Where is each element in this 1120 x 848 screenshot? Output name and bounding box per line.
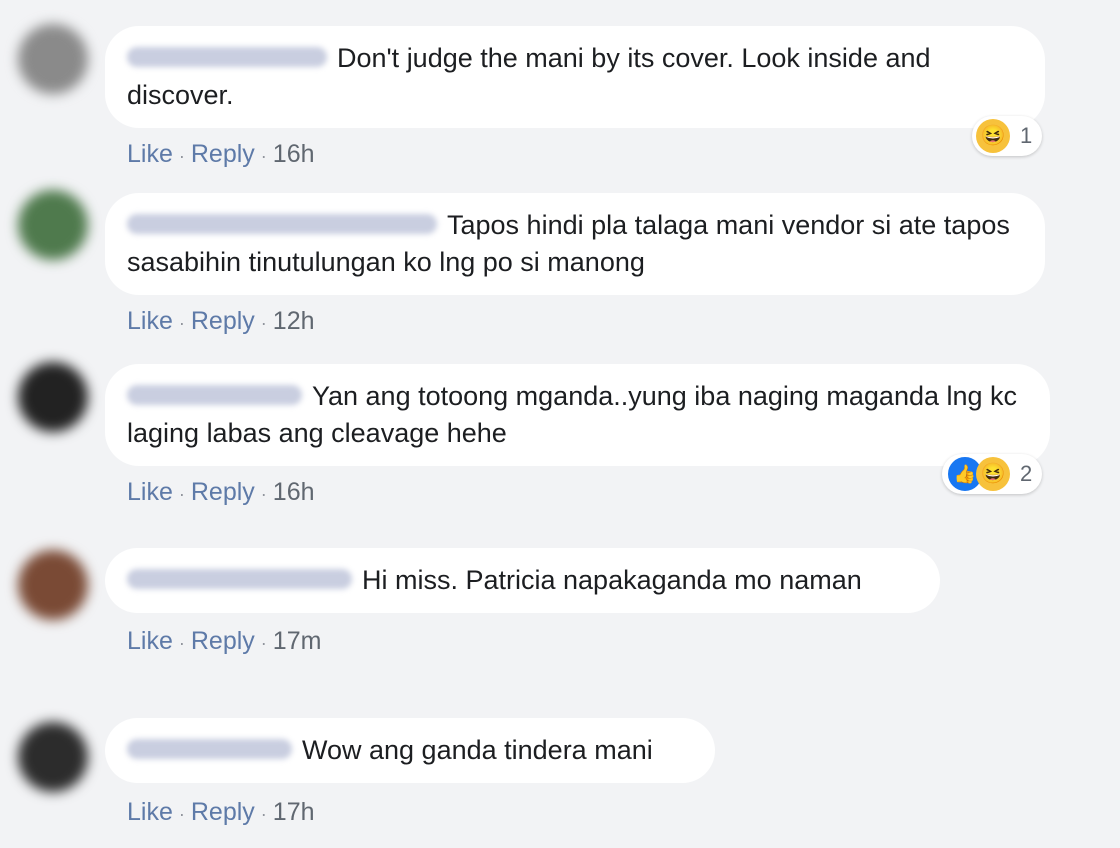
timestamp[interactable]: 17m	[273, 627, 322, 655]
comment-actions: Like · Reply · 16h	[127, 478, 315, 506]
like-link[interactable]: Like	[127, 627, 173, 655]
comment-text: Wow ang ganda tindera mani	[302, 735, 653, 765]
author-name-blurred[interactable]	[127, 738, 292, 759]
author-name-blurred[interactable]	[127, 46, 327, 67]
reply-link[interactable]: Reply	[191, 307, 255, 335]
timestamp[interactable]: 17h	[273, 798, 315, 826]
comment-bubble: Don't judge the mani by its cover. Look …	[105, 26, 1045, 128]
like-link[interactable]: Like	[127, 478, 173, 506]
author-name-blurred[interactable]	[127, 384, 302, 405]
comment-text: Hi miss. Patricia napakaganda mo naman	[362, 565, 862, 595]
timestamp[interactable]: 16h	[273, 478, 315, 506]
avatar[interactable]	[18, 24, 88, 94]
reaction-count: 2	[1020, 461, 1033, 486]
avatar[interactable]	[18, 550, 88, 620]
comment-actions: Like · Reply · 16h	[127, 140, 315, 168]
timestamp[interactable]: 12h	[273, 307, 315, 335]
author-name-blurred[interactable]	[127, 568, 352, 589]
haha-icon: 😆	[976, 457, 1010, 491]
reply-link[interactable]: Reply	[191, 798, 255, 826]
author-name-blurred[interactable]	[127, 213, 437, 234]
reactions-summary[interactable]: 😆 1	[972, 116, 1043, 156]
comment-bubble: Yan ang totoong mganda..yung iba naging …	[105, 364, 1050, 466]
reaction-count: 1	[1020, 123, 1033, 148]
reply-link[interactable]: Reply	[191, 478, 255, 506]
haha-icon: 😆	[976, 119, 1010, 153]
comment-actions: Like · Reply · 12h	[127, 307, 315, 335]
comment-actions: Like · Reply · 17h	[127, 798, 315, 826]
like-link[interactable]: Like	[127, 140, 173, 168]
comment-bubble: Tapos hindi pla talaga mani vendor si at…	[105, 193, 1045, 295]
reactions-summary[interactable]: 👍 😆 2	[942, 454, 1043, 494]
avatar[interactable]	[18, 190, 88, 260]
comment-actions: Like · Reply · 17m	[127, 627, 322, 655]
avatar[interactable]	[18, 722, 88, 792]
like-link[interactable]: Like	[127, 798, 173, 826]
reply-link[interactable]: Reply	[191, 140, 255, 168]
timestamp[interactable]: 16h	[273, 140, 315, 168]
comment-bubble: Hi miss. Patricia napakaganda mo naman	[105, 548, 940, 613]
reply-link[interactable]: Reply	[191, 627, 255, 655]
comment-bubble: Wow ang ganda tindera mani	[105, 718, 715, 783]
like-link[interactable]: Like	[127, 307, 173, 335]
avatar[interactable]	[18, 362, 88, 432]
